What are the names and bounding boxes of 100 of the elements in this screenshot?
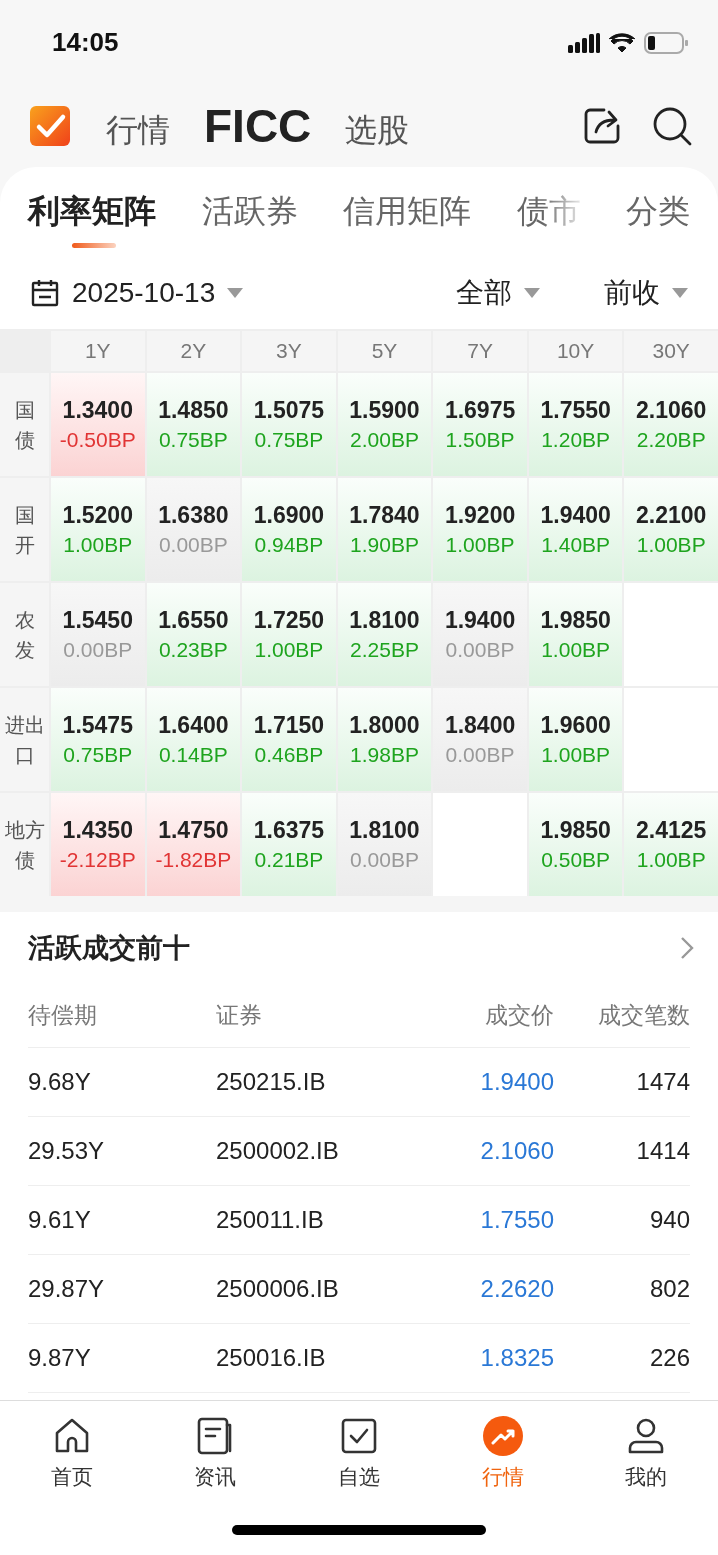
dropdown-caret-icon [227,288,244,298]
dropdown-caret-icon [524,288,540,298]
yield-cell[interactable]: 1.6375 0.21BP [242,793,336,896]
column-header: 成交笔数 [597,1001,690,1030]
yield-value: 1.6975 [444,397,516,424]
yield-cell[interactable]: 2.2100 1.00BP [624,478,718,581]
nav-tab[interactable]: 首页 [16,1415,127,1491]
yield-change: 0.23BP [158,638,228,662]
yield-value: 1.5475 [62,712,133,739]
category-tab[interactable]: 活跃券 [201,190,298,234]
yield-change: 0.46BP [254,743,324,767]
yield-cell[interactable]: 1.7550 1.20BP [528,373,623,476]
tenor-header: 30Y [624,331,718,371]
yield-change: 0.75BP [158,428,228,452]
bond-type-label: 地方债 [0,793,49,896]
security-cell-text: 250011.IB [216,1206,325,1234]
yield-cell[interactable]: 1.8100 2.25BP [337,583,432,686]
scope-selector[interactable]: 全部 [456,274,512,312]
yield-change: 0.00BP [445,743,515,767]
search-icon[interactable] [652,106,692,146]
count-cell-text: 1414 [635,1137,690,1165]
yield-value: 1.6375 [253,817,325,844]
date-selector[interactable]: 2025-10-13 [72,277,216,309]
yield-cell[interactable]: 1.3400 -0.50BP [51,373,145,476]
yield-cell[interactable]: 1.5475 0.75BP [51,688,145,791]
tenor-header: 7Y [433,331,527,371]
header-tab[interactable]: 行情 [106,109,170,153]
yield-cell[interactable]: 1.9600 1.00BP [528,688,623,791]
yield-change: 1.40BP [541,533,611,557]
chevron-right-icon[interactable] [680,936,694,960]
yield-change: 1.98BP [350,743,419,767]
column-header: 成交价 [484,1001,554,1030]
yield-value: 1.7150 [253,712,325,739]
tenor-header: 1Y [51,331,145,371]
yield-cell[interactable]: 1.6550 0.23BP [146,583,241,686]
yield-cell[interactable]: 1.9400 1.40BP [528,478,623,581]
yield-value: 1.3400 [62,397,133,424]
battery-icon [644,31,688,54]
nav-tab[interactable]: 我的 [591,1415,702,1491]
yield-change: 0.14BP [158,743,228,767]
yield-value: 1.8400 [444,712,516,739]
yield-cell[interactable]: 1.6900 0.94BP [242,478,336,581]
yield-change: 2.20BP [636,428,706,452]
yield-change: -0.50BP [59,428,136,452]
yield-change: -1.82BP [155,848,232,872]
security-cell-text: 250215.IB [216,1068,327,1096]
bond-type-label: 农发 [0,583,49,686]
yield-value: 1.6900 [253,502,325,529]
yield-change: 1.00BP [541,638,611,662]
status-time: 14:05 [52,27,119,58]
yield-cell[interactable]: 1.7150 0.46BP [242,688,336,791]
yield-cell[interactable]: 1.7250 1.00BP [242,583,336,686]
yield-change: 1.00BP [636,848,706,872]
category-tab[interactable]: 信用矩阵 [343,190,471,234]
yield-change: 0.21BP [254,848,324,872]
yield-cell[interactable]: 1.4750 -1.82BP [146,793,241,896]
tab-underline [72,243,116,248]
nav-tab[interactable]: 资讯 [160,1415,271,1491]
yield-cell[interactable]: 2.1060 2.20BP [624,373,718,476]
share-icon[interactable] [582,106,622,146]
term-cell-text: 29.53Y [28,1137,106,1165]
yield-cell[interactable]: 1.5200 1.00BP [51,478,145,581]
nav-tab[interactable]: 自选 [304,1415,414,1491]
yield-change: 0.75BP [63,743,133,767]
price-cell-text: 2.2620 [479,1275,554,1303]
yield-cell[interactable]: 2.4125 1.00BP [624,793,718,896]
tenor-header: 2Y [146,331,241,371]
yield-cell[interactable]: 1.4850 0.75BP [146,373,241,476]
category-tab[interactable]: 分类 [626,190,690,234]
yield-cell[interactable]: 1.4350 -2.12BP [51,793,145,896]
yield-change: 1.00BP [541,743,611,767]
yield-cell[interactable]: 1.6975 1.50BP [433,373,527,476]
yield-change: 0.94BP [254,533,324,557]
yield-cell[interactable]: 1.9850 1.00BP [528,583,623,686]
security-cell-text: 2500006.IB [216,1275,340,1303]
yield-change: 2.25BP [350,638,419,662]
yield-cell[interactable]: 1.6400 0.14BP [146,688,241,791]
yield-cell[interactable]: 1.9850 0.50BP [528,793,623,896]
header-tab[interactable]: 选股 [345,109,410,153]
column-header: 待偿期 [28,1001,98,1030]
count-cell-text: 940 [648,1206,690,1234]
basis-selector[interactable]: 前收 [604,274,660,312]
tenor-header: 5Y [337,331,432,371]
yield-cell[interactable]: 1.8000 1.98BP [337,688,432,791]
yield-value: 1.5075 [253,397,325,424]
count-cell-text: 226 [648,1344,690,1372]
yield-cell[interactable]: 1.5900 2.00BP [337,373,432,476]
yield-change: 1.20BP [541,428,611,452]
yield-change: 1.50BP [445,428,515,452]
yield-cell[interactable]: 1.9200 1.00BP [433,478,527,581]
yield-value: 1.6400 [158,712,229,739]
header-tab[interactable]: FICC [204,99,312,153]
category-tab[interactable]: 利率矩阵 [28,190,156,234]
yield-cell[interactable]: 1.7840 1.90BP [337,478,432,581]
yield-cell[interactable]: 1.5075 0.75BP [242,373,336,476]
column-header: 证券 [216,1001,263,1030]
term-cell-text: 9.68Y [28,1068,92,1096]
trend-icon [481,1415,524,1457]
yield-change: -2.12BP [59,848,136,872]
price-cell-text: 1.7550 [479,1206,554,1234]
